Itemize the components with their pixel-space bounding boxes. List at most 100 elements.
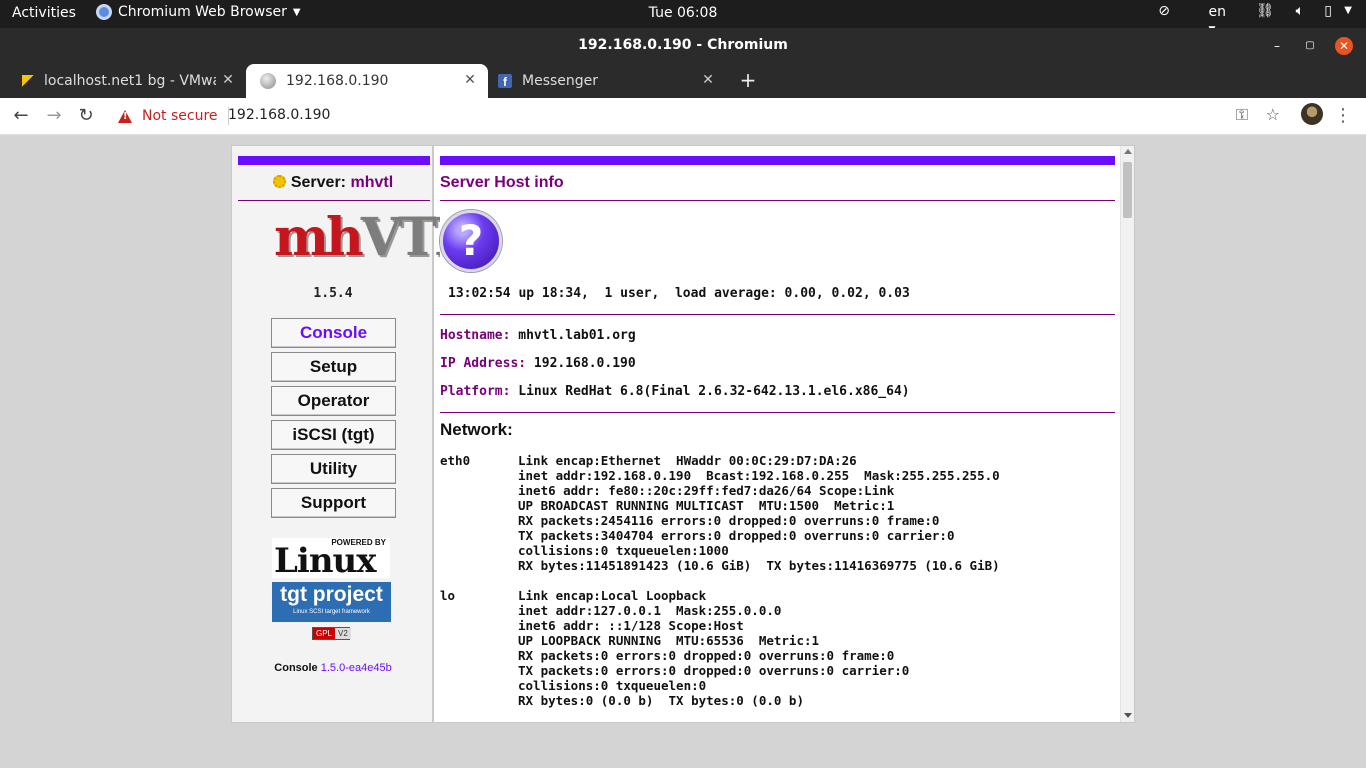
activities-button[interactable]: Activities (12, 5, 76, 21)
web-page: Server: mhvtl mhVTL 1.5.4 Console Setup … (231, 145, 1135, 723)
toolbar: ← → ↻ Not secure 192.168.0.190 ⚿ ☆ ⋮ (0, 98, 1366, 135)
linux-logo-text: Linux (274, 541, 377, 581)
app-menu-label: Chromium Web Browser (118, 4, 287, 20)
warning-icon (118, 109, 132, 123)
interface-line: inet6 addr: ::1/128 Scope:Host (518, 618, 744, 633)
security-label: Not secure (142, 108, 218, 124)
caret-down-icon: ▼ (292, 6, 301, 18)
caret-down-icon[interactable]: ▼ (1344, 5, 1352, 16)
interface-line: collisions:0 txqueuelen:1000 (518, 543, 729, 558)
clock[interactable]: Tue 06:08 (649, 5, 718, 21)
hostname-label: Hostname: (440, 328, 511, 343)
support-button[interactable]: Support (271, 488, 396, 518)
divider-bar (238, 156, 430, 165)
interface-line: Link encap:Ethernet HWaddr 00:0C:29:D7:D… (518, 453, 857, 468)
reload-icon[interactable]: ↻ (75, 105, 97, 127)
page-title: Server Host info (440, 174, 564, 191)
interface-name: lo (440, 588, 456, 603)
divider (440, 412, 1115, 413)
interface-line: inet6 addr: fe80::20c:29ff:fed7:da26/64 … (518, 483, 895, 498)
console-version-link[interactable]: 1.5.0-ea4e45b (321, 662, 392, 674)
interface-line: TX packets:0 errors:0 dropped:0 overruns… (518, 663, 910, 678)
server-name: Server: mhvtl (232, 174, 434, 192)
maximize-icon[interactable]: ▢ (1301, 37, 1319, 55)
hostname-value: mhvtl.lab01.org (518, 328, 636, 343)
interface-line: RX bytes:11451891423 (10.6 GiB) TX bytes… (518, 558, 1000, 573)
interface-name: eth0 (440, 453, 471, 468)
hostname-row: Hostname: mhvtl.lab01.org (440, 328, 636, 343)
divider (238, 200, 430, 201)
ip-value: 192.168.0.190 (533, 356, 636, 371)
tab-close-icon[interactable]: ✕ (462, 72, 478, 88)
divider-bar (440, 156, 1115, 165)
star-icon[interactable]: ☆ (1266, 105, 1280, 124)
scrollbar-thumb[interactable] (1123, 162, 1132, 218)
gpl-text: GPL (313, 628, 336, 639)
iscsi-button[interactable]: iSCSI (tgt) (271, 420, 396, 450)
network-heading: Network: (440, 420, 513, 439)
key-icon[interactable]: ⚿ (1236, 105, 1248, 125)
interface-line: inet addr:192.168.0.190 Bcast:192.168.0.… (518, 468, 1000, 483)
setup-button[interactable]: Setup (271, 352, 396, 382)
console-version-label: Console (274, 662, 318, 674)
new-tab-icon[interactable]: + (738, 70, 758, 90)
operator-button[interactable]: Operator (271, 386, 396, 416)
window-title: 192.168.0.190 - Chromium (578, 37, 788, 53)
avatar[interactable] (1301, 103, 1323, 125)
tab-label: 192.168.0.190 (286, 73, 389, 89)
vmware-favicon-icon (22, 75, 34, 87)
mhvtl-logo: mhVTL (274, 210, 470, 270)
tab-messenger[interactable]: f Messenger ✕ (488, 64, 726, 98)
divider (440, 314, 1115, 315)
tab-close-icon[interactable]: ✕ (700, 72, 716, 88)
console-version: Console 1.5.0-ea4e45b (232, 662, 434, 674)
main-content: Server Host info ? 13:02:54 up 18:34, 1 … (440, 146, 1116, 722)
close-icon[interactable]: ✕ (1335, 37, 1353, 55)
security-indicator[interactable]: Not secure (118, 107, 229, 125)
tgt-title: tgt project (280, 583, 383, 606)
page-scrollbar[interactable] (1120, 146, 1134, 722)
interface-line: Link encap:Local Loopback (518, 588, 707, 603)
interface-line: collisions:0 txqueuelen:0 (518, 678, 707, 693)
server-value: mhvtl (350, 174, 394, 191)
minimize-icon[interactable]: – (1268, 37, 1286, 55)
scroll-down-icon[interactable] (1124, 713, 1132, 718)
tab-vmware[interactable]: localhost.net1 bg - VMwa ✕ (8, 64, 246, 98)
address-bar[interactable]: 192.168.0.190 (228, 107, 330, 123)
forward-icon[interactable]: → (43, 105, 65, 127)
interface-line: RX bytes:0 (0.0 b) TX bytes:0 (0.0 b) (518, 693, 804, 708)
divider (440, 200, 1115, 201)
utility-button[interactable]: Utility (271, 454, 396, 484)
globe-favicon-icon (260, 73, 276, 89)
more-menu-icon[interactable]: ⋮ (1334, 105, 1352, 126)
powered-by-linux-logo[interactable]: POWERED BY Linux (272, 538, 390, 581)
interface-line: UP BROADCAST RUNNING MULTICAST MTU:1500 … (518, 498, 895, 513)
version-label: 1.5.4 (313, 286, 353, 301)
tab-label: localhost.net1 bg - VMwa (44, 73, 216, 89)
facebook-favicon-icon: f (498, 74, 512, 89)
volume-icon[interactable]: 🔈︎ (1296, 3, 1304, 19)
interface-line: inet addr:127.0.0.1 Mask:255.0.0.0 (518, 603, 782, 618)
tab-current[interactable]: 192.168.0.190 ✕ (246, 64, 488, 98)
battery-icon[interactable]: ▯ (1324, 3, 1332, 19)
interface-line: TX packets:3404704 errors:0 dropped:0 ov… (518, 528, 955, 543)
tgt-project-logo[interactable]: tgt project Linux SCSI target framework (272, 582, 391, 622)
platform-value: Linux RedHat 6.8(Final 2.6.32-642.13.1.e… (518, 384, 910, 399)
ip-row: IP Address: 192.168.0.190 (440, 356, 636, 371)
network-icon[interactable]: ⛓ (1256, 3, 1274, 19)
scroll-up-icon[interactable] (1124, 149, 1132, 154)
gpl-version: V2 (335, 628, 351, 639)
accessibility-icon[interactable]: ⊘ (1158, 3, 1170, 19)
interface-line: RX packets:2454116 errors:0 dropped:0 ov… (518, 513, 940, 528)
tab-close-icon[interactable]: ✕ (220, 72, 236, 88)
left-sidebar: Server: mhvtl mhVTL 1.5.4 Console Setup … (232, 146, 470, 722)
console-button[interactable]: Console (271, 318, 396, 348)
back-icon[interactable]: ← (10, 105, 32, 127)
interface-line: RX packets:0 errors:0 dropped:0 overruns… (518, 648, 895, 663)
gpl-badge[interactable]: GPL V2 (312, 627, 351, 640)
app-menu[interactable]: Chromium Web Browser ▼ (96, 4, 301, 20)
tab-label: Messenger (522, 73, 599, 89)
window-title-bar[interactable]: 192.168.0.190 - Chromium – ▢ ✕ (0, 28, 1366, 64)
platform-label: Platform: (440, 384, 511, 399)
interface-line: UP LOOPBACK RUNNING MTU:65536 Metric:1 (518, 633, 820, 648)
